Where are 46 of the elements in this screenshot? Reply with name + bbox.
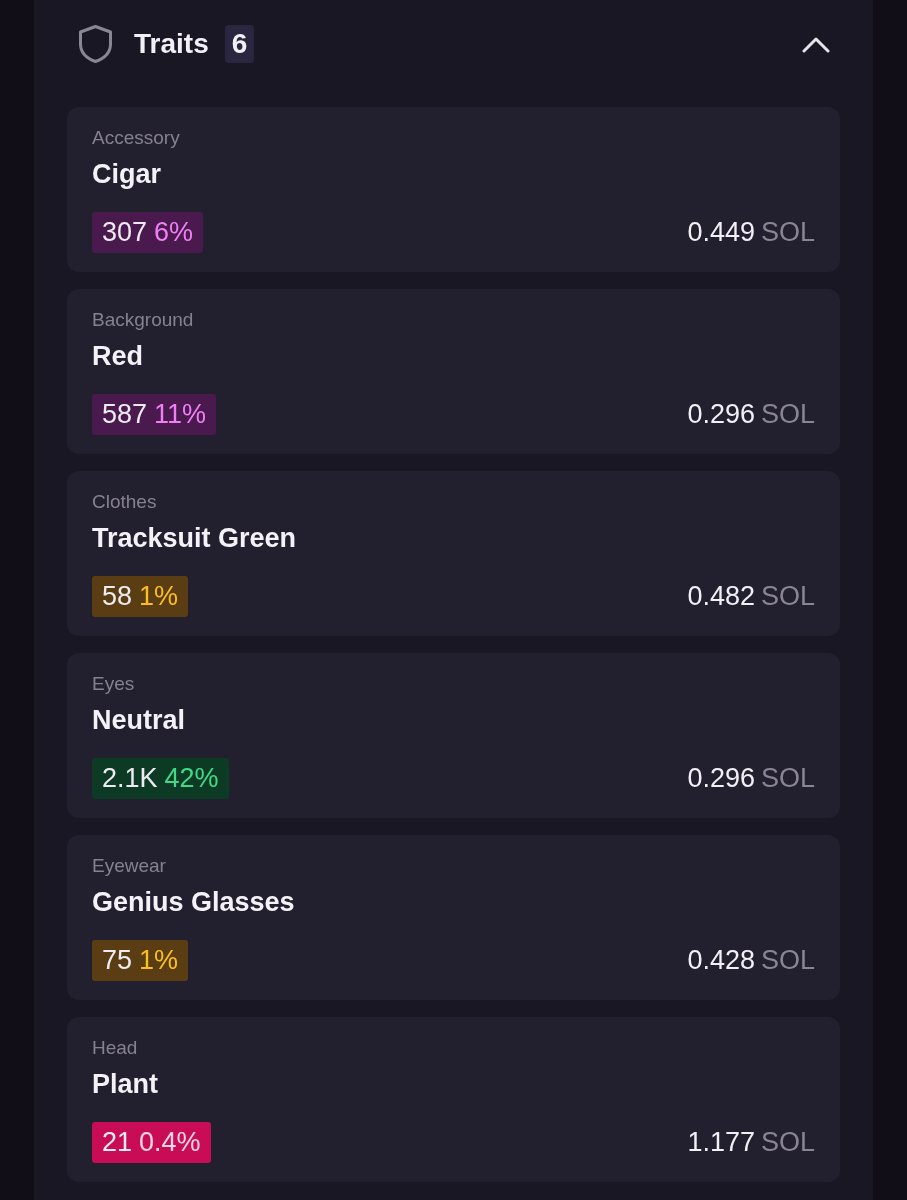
floor-price: 0.449 bbox=[687, 219, 755, 246]
currency-label: SOL bbox=[760, 219, 815, 246]
rarity-percent: 0.4% bbox=[139, 1129, 201, 1156]
trait-card[interactable]: Eyewear Genius Glasses 75 1% 0.428 SOL bbox=[67, 835, 840, 1000]
trait-category: Background bbox=[92, 308, 195, 332]
trait-value: Tracksuit Green bbox=[92, 522, 298, 555]
floor-price: 0.296 bbox=[687, 401, 755, 428]
holder-count: 21 bbox=[102, 1129, 133, 1156]
trait-card[interactable]: Head Plant 21 0.4% 1.177 SOL bbox=[67, 1017, 840, 1182]
currency-label: SOL bbox=[760, 765, 815, 792]
trait-category: Eyes bbox=[92, 672, 136, 696]
rarity-percent: 1% bbox=[139, 947, 179, 974]
rarity-percent: 1% bbox=[139, 583, 179, 610]
floor-price: 0.428 bbox=[687, 947, 755, 974]
trait-value: Plant bbox=[92, 1068, 159, 1101]
rarity-percent: 6% bbox=[154, 219, 194, 246]
section-title: Traits bbox=[134, 30, 209, 58]
currency-label: SOL bbox=[760, 1129, 815, 1156]
trait-category: Clothes bbox=[92, 490, 158, 514]
holder-count: 2.1K bbox=[102, 765, 158, 792]
floor-price: 0.296 bbox=[687, 765, 755, 792]
trait-value: Red bbox=[92, 340, 144, 373]
currency-label: SOL bbox=[760, 583, 815, 610]
trait-value: Neutral bbox=[92, 704, 187, 737]
floor-price: 1.177 bbox=[687, 1129, 755, 1156]
trait-value: Cigar bbox=[92, 158, 163, 191]
trait-card[interactable]: Clothes Tracksuit Green 58 1% 0.482 SOL bbox=[67, 471, 840, 636]
trait-card[interactable]: Eyes Neutral 2.1K 42% 0.296 SOL bbox=[67, 653, 840, 818]
holder-count: 307 bbox=[102, 219, 148, 246]
trait-card[interactable]: Background Red 587 11% 0.296 SOL bbox=[67, 289, 840, 454]
trait-category: Eyewear bbox=[92, 854, 167, 878]
currency-label: SOL bbox=[760, 947, 815, 974]
currency-label: SOL bbox=[760, 401, 815, 428]
trait-value: Genius Glasses bbox=[92, 886, 296, 919]
trait-category: Accessory bbox=[92, 126, 181, 150]
trait-category: Head bbox=[92, 1036, 139, 1060]
shield-icon bbox=[79, 25, 112, 63]
holder-count: 587 bbox=[102, 401, 148, 428]
trait-count: 6 bbox=[224, 25, 255, 63]
rarity-percent: 11% bbox=[154, 401, 207, 428]
holder-count: 75 bbox=[102, 947, 133, 974]
rarity-percent: 42% bbox=[164, 765, 219, 792]
holder-count: 58 bbox=[102, 583, 133, 610]
trait-card[interactable]: Accessory Cigar 307 6% 0.449 SOL bbox=[67, 107, 840, 272]
chevron-up-icon[interactable] bbox=[802, 35, 830, 53]
floor-price: 0.482 bbox=[687, 583, 755, 610]
